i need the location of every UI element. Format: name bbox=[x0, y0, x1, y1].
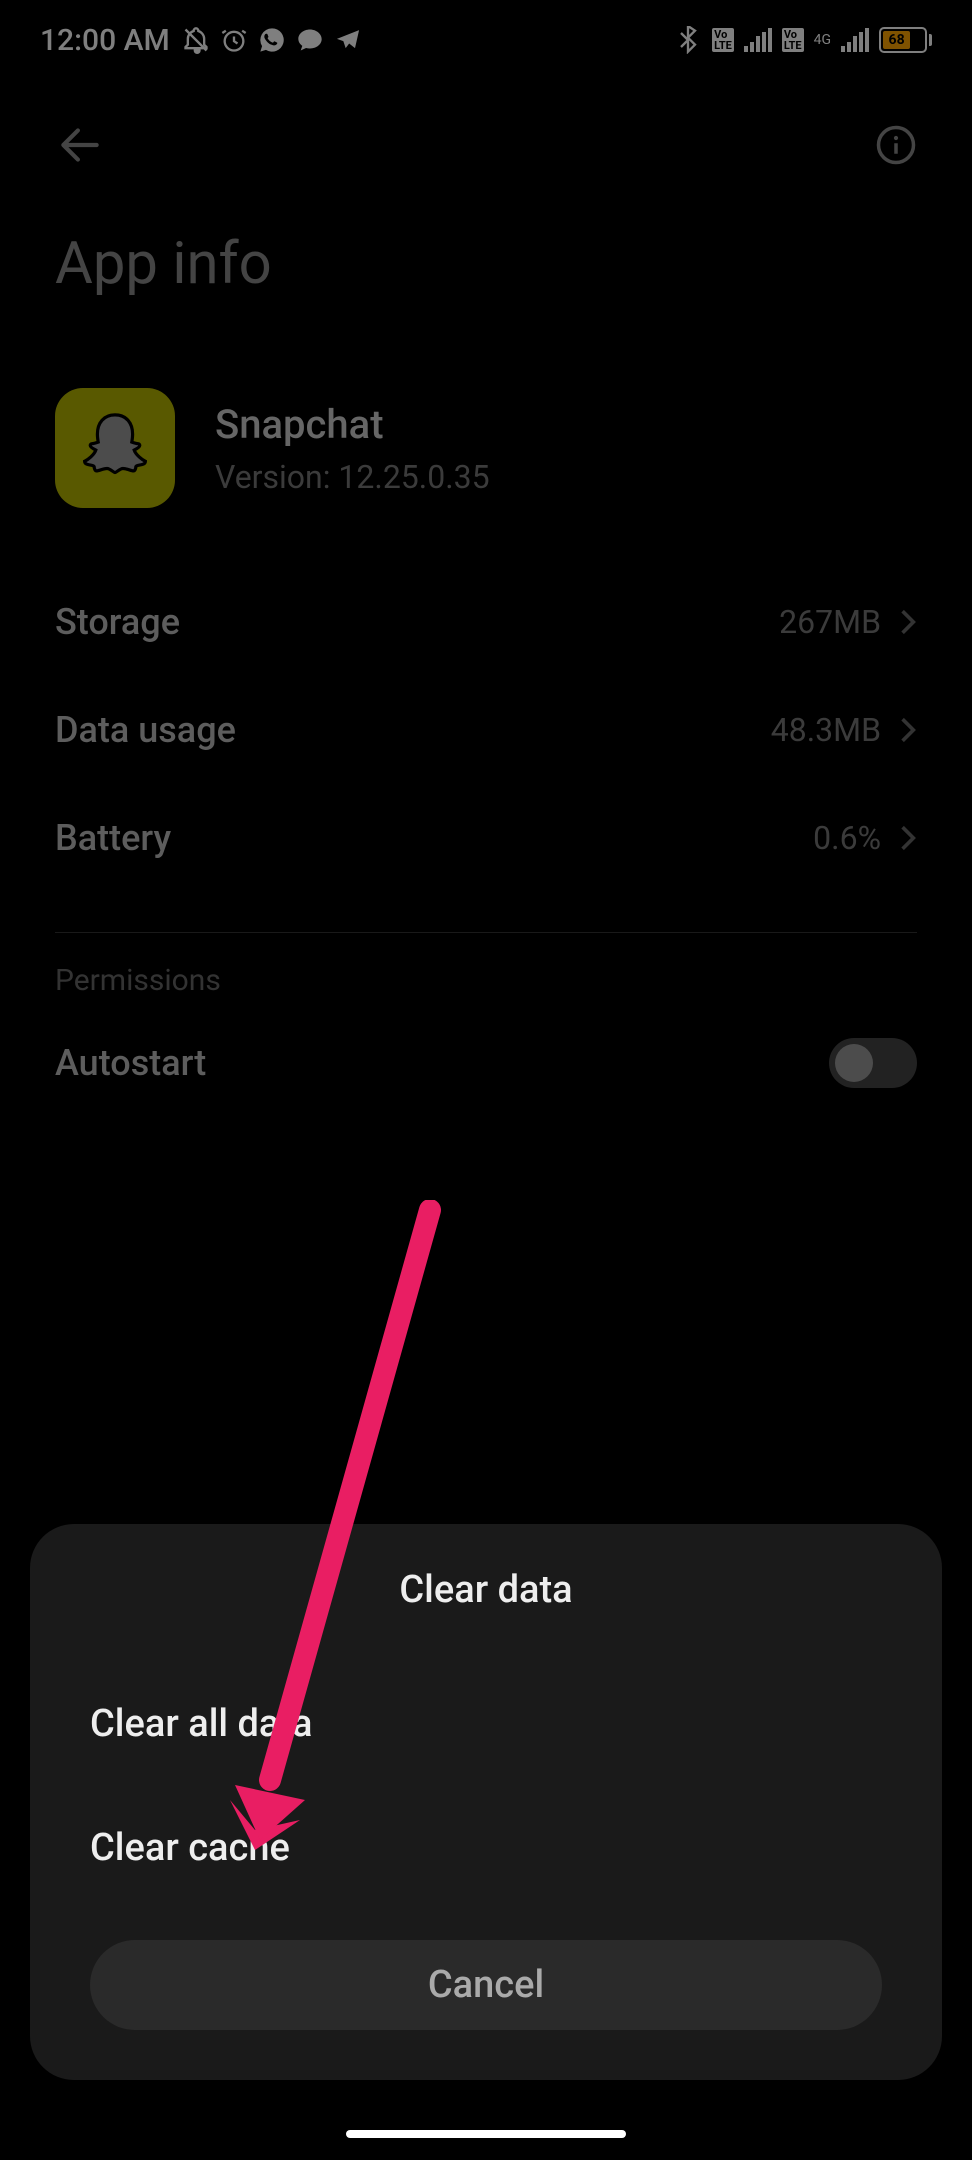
app-bar bbox=[0, 100, 972, 190]
status-right-group: VoLTE VoLTE 4G 68 bbox=[674, 26, 932, 54]
chat-icon bbox=[296, 26, 324, 54]
home-indicator[interactable] bbox=[346, 2130, 626, 2138]
permissions-heading: Permissions bbox=[0, 963, 972, 1018]
storage-row[interactable]: Storage 267MB bbox=[55, 568, 917, 676]
clock-time: 12:00 AM bbox=[40, 23, 170, 58]
whatsapp-icon bbox=[258, 26, 286, 54]
storage-value: 267MB bbox=[779, 603, 881, 641]
autostart-label: Autostart bbox=[55, 1042, 206, 1084]
signal-icon-1 bbox=[744, 28, 772, 52]
network-type-label: 4G bbox=[814, 33, 831, 47]
battery-indicator: 68 bbox=[879, 27, 932, 53]
battery-row[interactable]: Battery 0.6% bbox=[55, 784, 917, 892]
cancel-button[interactable]: Cancel bbox=[90, 1940, 882, 2030]
app-version: Version: 12.25.0.35 bbox=[215, 458, 490, 496]
app-icon-snapchat bbox=[55, 388, 175, 508]
alarm-icon bbox=[220, 26, 248, 54]
info-icon[interactable] bbox=[875, 124, 917, 166]
status-bar: 12:00 AM VoLTE VoLTE 4G bbox=[0, 0, 972, 80]
clear-cache-option[interactable]: Clear cache bbox=[30, 1786, 942, 1910]
clear-data-dialog: Clear data Clear all data Clear cache Ca… bbox=[30, 1524, 942, 2080]
chevron-right-icon bbox=[899, 715, 917, 745]
app-header: Snapchat Version: 12.25.0.35 bbox=[0, 358, 972, 568]
toggle-thumb bbox=[835, 1044, 873, 1082]
dialog-title: Clear data bbox=[30, 1568, 942, 1662]
storage-label: Storage bbox=[55, 601, 180, 643]
back-arrow-icon[interactable] bbox=[55, 120, 105, 170]
clear-all-data-option[interactable]: Clear all data bbox=[30, 1662, 942, 1786]
battery-value: 0.6% bbox=[813, 819, 881, 857]
settings-list: Storage 267MB Data usage 48.3MB Battery … bbox=[0, 568, 972, 892]
chevron-right-icon bbox=[899, 607, 917, 637]
data-usage-row[interactable]: Data usage 48.3MB bbox=[55, 676, 917, 784]
data-usage-label: Data usage bbox=[55, 709, 236, 751]
status-left-group: 12:00 AM bbox=[40, 23, 362, 58]
app-name: Snapchat bbox=[215, 401, 490, 448]
battery-percent: 68 bbox=[883, 31, 910, 49]
notification-icons bbox=[182, 26, 362, 54]
mute-icon bbox=[182, 26, 210, 54]
signal-icon-2 bbox=[841, 28, 869, 52]
divider bbox=[55, 932, 917, 933]
autostart-toggle[interactable] bbox=[829, 1038, 917, 1088]
volte-badge-1: VoLTE bbox=[712, 28, 734, 52]
battery-label: Battery bbox=[55, 817, 171, 859]
telegram-icon bbox=[334, 26, 362, 54]
snapchat-ghost-icon bbox=[75, 406, 155, 491]
chevron-right-icon bbox=[899, 823, 917, 853]
page-title: App info bbox=[0, 190, 972, 358]
bluetooth-icon bbox=[674, 26, 702, 54]
volte-badge-2: VoLTE bbox=[782, 28, 804, 52]
data-usage-value: 48.3MB bbox=[771, 711, 881, 749]
autostart-row[interactable]: Autostart bbox=[0, 1018, 972, 1108]
